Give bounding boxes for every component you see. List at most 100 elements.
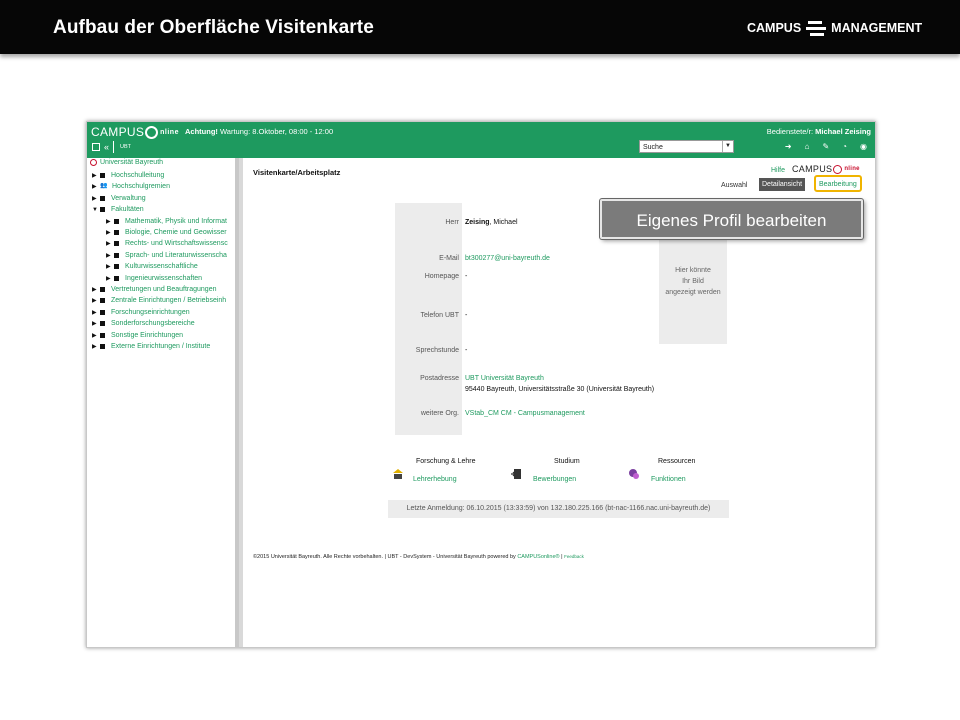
folder-box-icon	[100, 321, 105, 327]
edit-button[interactable]: Bearbeitung	[814, 175, 862, 192]
palette-icon[interactable]: ◉	[860, 142, 867, 151]
caret-right-icon[interactable]: ▶	[92, 195, 100, 202]
campusonline-logo[interactable]: CAMPUS nline	[91, 125, 179, 139]
tree-item-label: Forschungseinrichtungen	[111, 308, 190, 316]
email-link[interactable]: bt300277@uni-bayreuth.de	[465, 255, 550, 262]
tree-item[interactable]: ▶ Mathematik, Physik und Informat	[106, 218, 227, 225]
folder-box-icon	[100, 207, 105, 213]
tree-item-label: Mathematik, Physik und Informat	[125, 217, 227, 225]
folder-box-icon	[114, 252, 119, 258]
chevron-down-icon[interactable]: ▼	[722, 141, 733, 152]
photo-text-line: angezeigt werden	[665, 289, 721, 296]
tree-item[interactable]: ▶ Sprach- und Literaturwissenscha	[106, 252, 227, 259]
tree-root-label: Universität Bayreuth	[100, 159, 164, 166]
tree-item[interactable]: ▼ Fakultäten	[92, 206, 144, 213]
tree-item[interactable]: ▶ 👥 Hochschulgremien	[92, 183, 170, 190]
section-heading: Ressourcen	[658, 458, 696, 465]
caret-right-icon[interactable]: ▶	[106, 263, 114, 270]
caret-right-icon[interactable]: ▶	[106, 229, 114, 236]
page-title: Visitenkarte/Arbeitsplatz	[253, 168, 341, 177]
help-link[interactable]: Hilfe	[771, 167, 785, 174]
search-select-value: Suche	[643, 144, 663, 151]
folder-box-icon	[100, 287, 105, 292]
logo-online-text: nline	[160, 128, 179, 136]
campus-management-logo: CAMPUS MANAGEMENT	[747, 18, 922, 38]
caret-right-icon[interactable]: ▶	[92, 297, 100, 304]
folder-box-icon	[114, 264, 119, 270]
tree-item[interactable]: ▶ Verwaltung	[92, 195, 146, 202]
tree-item[interactable]: ▶ Externe Einrichtungen / Institute	[92, 343, 210, 350]
people-icon: 👥	[100, 183, 108, 190]
caret-right-icon[interactable]: ▶	[92, 343, 100, 350]
tree-item[interactable]: ▶ Rechts- und Wirtschaftswissensc	[106, 240, 228, 247]
footer-text: ©2015 Universität Bayreuth. Alle Rechte …	[253, 554, 518, 560]
warning-text: Wartung: 8.Oktober, 08:00 - 12:00	[217, 127, 334, 136]
section-link[interactable]: Funktionen	[651, 476, 686, 483]
email-label: E-Mail	[439, 255, 459, 262]
section-link[interactable]: Bewerbungen	[533, 476, 576, 483]
tree-item[interactable]: ▶ Sonderforschungsbereiche	[92, 320, 195, 327]
last-login-info: Letzte Anmeldung: 06.10.2015 (13:33:59) …	[388, 500, 729, 518]
campusonline-small-logo: CAMPUS nline	[792, 164, 860, 174]
caret-right-icon[interactable]: ▶	[92, 332, 100, 339]
small-logo-campus-text: CAMPUS	[792, 164, 833, 174]
folder-box-icon	[114, 241, 119, 247]
tree-item[interactable]: ▶ Vertretungen und Beauftragungen	[92, 286, 216, 293]
caret-right-icon[interactable]: ▶	[92, 309, 100, 316]
organisation-tree: Universität Bayreuth ▶ Hochschulleitung ▶ 👥…	[87, 158, 239, 647]
window-icon[interactable]	[92, 143, 100, 151]
card-label-column	[395, 203, 462, 435]
dashboard-icon[interactable]: ◔	[842, 142, 847, 151]
caret-right-icon[interactable]: ▶	[106, 218, 114, 225]
edit-icon[interactable]: ✎	[822, 142, 829, 151]
caret-right-icon[interactable]: ▶	[92, 172, 100, 179]
tree-item-label: Hochschulleitung	[111, 172, 165, 179]
tree-item-label: Kulturwissenschaftliche	[125, 263, 198, 271]
tree-item[interactable]: ▶ Ingenieurwissenschaften	[106, 275, 202, 282]
logo-mark-icon	[806, 20, 827, 36]
logout-icon[interactable]: ➜	[785, 142, 792, 151]
section-heading: Forschung & Lehre	[416, 458, 476, 465]
callout-edit-profile: Eigenes Profil bearbeiten	[600, 199, 863, 239]
feedback-link[interactable]: Feedback	[564, 554, 584, 559]
screenshot-frame: CAMPUS nline Achtung! Wartung: 8.Oktober…	[86, 121, 876, 648]
tree-root[interactable]: Universität Bayreuth	[90, 159, 163, 166]
tree-item[interactable]: ▶ Sonstige Einrichtungen	[92, 332, 183, 339]
caret-right-icon[interactable]: ▶	[92, 286, 100, 293]
caret-right-icon[interactable]: ▶	[92, 320, 100, 327]
org-link[interactable]: VStab_CM CM - Campusmanagement	[465, 410, 585, 417]
tree-item-label: Verwaltung	[111, 194, 146, 202]
business-card-content: Visitenkarte/Arbeitsplatz Hilfe CAMPUS n…	[243, 158, 875, 647]
maintenance-warning: Achtung! Wartung: 8.Oktober, 08:00 - 12:…	[185, 127, 333, 136]
collapse-icon[interactable]: «	[104, 142, 109, 152]
first-name: , Michael	[489, 219, 518, 226]
address-line: 95440 Bayreuth, Universitätsstraße 30 (U…	[465, 386, 655, 393]
search-select[interactable]: Suche ▼	[639, 140, 734, 153]
home-icon[interactable]: ⌂	[805, 142, 810, 151]
tree-item-label: Sonstige Einrichtungen	[111, 331, 183, 339]
caret-down-icon[interactable]: ▼	[92, 207, 100, 213]
caret-right-icon[interactable]: ▶	[106, 240, 114, 247]
tree-item[interactable]: ▶ Biologie, Chemie und Geowisser	[106, 229, 227, 236]
logo-text-campus: CAMPUS	[747, 21, 802, 35]
folder-box-icon	[100, 195, 105, 201]
caret-right-icon[interactable]: ▶	[106, 275, 114, 282]
tree-item[interactable]: ▶ Hochschulleitung	[92, 172, 164, 179]
homepage-label: Homepage	[424, 273, 459, 280]
tree-item-label: Externe Einrichtungen / Institute	[111, 343, 211, 350]
tree-item[interactable]: ▶ Zentrale Einrichtungen / Betriebseinh	[92, 297, 226, 304]
tree-item[interactable]: ▶ Kulturwissenschaftliche	[106, 263, 198, 270]
resources-icon	[629, 469, 639, 479]
caret-right-icon[interactable]: ▶	[92, 183, 100, 190]
tree-item-label: Rechts- und Wirtschaftswissensc	[125, 240, 228, 248]
section-link[interactable]: Lehrerhebung	[413, 476, 457, 483]
caret-right-icon[interactable]: ▶	[106, 252, 114, 259]
tree-item-label: Vertretungen und Beauftragungen	[111, 286, 217, 293]
address-link[interactable]: UBT Universität Bayreuth	[465, 375, 544, 382]
tree-item[interactable]: ▶ Forschungseinrichtungen	[92, 309, 190, 316]
user-info: Bedienstete/r: Michael Zeising	[767, 127, 871, 136]
office-hours-label: Sprechstunde	[415, 347, 459, 354]
footer-link[interactable]: CAMPUSonline®	[517, 554, 559, 560]
detail-view-button[interactable]: Detailansicht	[759, 178, 806, 191]
org-label: weitere Org.	[420, 410, 459, 417]
